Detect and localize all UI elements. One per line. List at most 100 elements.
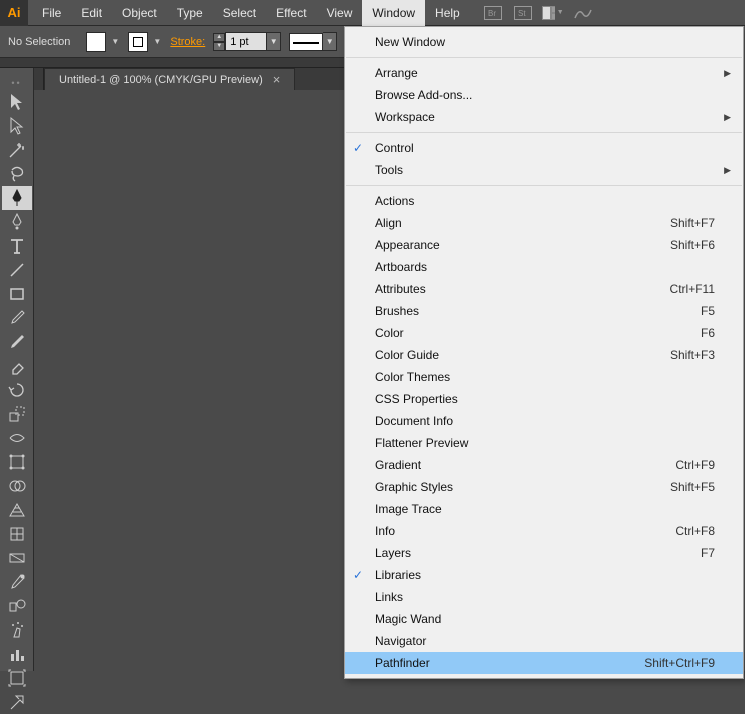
eraser-tool[interactable]	[2, 354, 32, 378]
fill-swatch[interactable]	[86, 32, 106, 52]
symbol-sprayer-tool[interactable]	[2, 618, 32, 642]
menuitem-workspace[interactable]: Workspace▶	[345, 106, 743, 128]
direct-selection-tool[interactable]	[2, 114, 32, 138]
menu-separator	[346, 185, 742, 186]
menuitem-navigator[interactable]: Navigator	[345, 630, 743, 652]
menu-help[interactable]: Help	[425, 0, 470, 26]
menuitem-shortcut: Ctrl+F11	[670, 282, 715, 296]
stroke-weight-input[interactable]	[225, 32, 267, 51]
menuitem-libraries[interactable]: ✓Libraries	[345, 564, 743, 586]
menuitem-label: Artboards	[375, 260, 715, 274]
menuitem-css-properties[interactable]: CSS Properties	[345, 388, 743, 410]
menuitem-flattener-preview[interactable]: Flattener Preview	[345, 432, 743, 454]
perspective-grid-tool[interactable]	[2, 498, 32, 522]
stock-icon[interactable]: St	[512, 4, 534, 22]
pen-tool[interactable]	[2, 186, 32, 210]
menu-window[interactable]: Window	[362, 0, 425, 26]
bridge-icon[interactable]: Br	[482, 4, 504, 22]
rectangle-tool[interactable]	[2, 282, 32, 306]
menu-type[interactable]: Type	[167, 0, 213, 26]
stroke-weight-down[interactable]: ▼	[213, 42, 225, 51]
menuitem-color[interactable]: ColorF6	[345, 322, 743, 344]
stroke-weight-caret[interactable]: ▼	[267, 32, 281, 51]
tools-panel: ••	[0, 68, 34, 671]
menuitem-shortcut: Shift+F3	[670, 348, 715, 362]
menu-select[interactable]: Select	[213, 0, 266, 26]
scale-tool[interactable]	[2, 402, 32, 426]
column-graph-tool[interactable]	[2, 642, 32, 666]
stroke-weight-control[interactable]: ▲ ▼ ▼	[213, 32, 281, 51]
menuitem-layers[interactable]: LayersF7	[345, 542, 743, 564]
slice-tool[interactable]	[2, 690, 32, 714]
menuitem-align[interactable]: AlignShift+F7	[345, 212, 743, 234]
app-icon: Ai	[0, 0, 28, 26]
fill-control[interactable]: ▼	[86, 32, 120, 52]
menuitem-attributes[interactable]: AttributesCtrl+F11	[345, 278, 743, 300]
tools-panel-grip[interactable]: ••	[2, 78, 32, 88]
menuitem-tools[interactable]: Tools▶	[345, 159, 743, 181]
menuitem-shortcut: Ctrl+F8	[675, 524, 715, 538]
menuitem-browse-add-ons[interactable]: Browse Add-ons...	[345, 84, 743, 106]
selection-tool[interactable]	[2, 90, 32, 114]
arrange-docs-icon[interactable]: ▼	[542, 4, 564, 22]
menuitem-label: Image Trace	[375, 502, 715, 516]
blend-tool[interactable]	[2, 594, 32, 618]
line-segment-tool[interactable]	[2, 258, 32, 282]
stroke-swatch[interactable]	[128, 32, 148, 52]
paintbrush-tool[interactable]	[2, 306, 32, 330]
menu-edit[interactable]: Edit	[71, 0, 112, 26]
stroke-profile-caret[interactable]: ▼	[323, 32, 337, 51]
menuitem-artboards[interactable]: Artboards	[345, 256, 743, 278]
menu-effect[interactable]: Effect	[266, 0, 316, 26]
menuitem-info[interactable]: InfoCtrl+F8	[345, 520, 743, 542]
menubar-right-icons: Br St ▼	[482, 4, 594, 22]
menuitem-appearance[interactable]: AppearanceShift+F6	[345, 234, 743, 256]
menuitem-control[interactable]: ✓Control	[345, 137, 743, 159]
stroke-profile-preview[interactable]	[289, 33, 323, 51]
mesh-tool[interactable]	[2, 522, 32, 546]
menu-file[interactable]: File	[32, 0, 71, 26]
menuitem-label: Actions	[375, 194, 715, 208]
eyedropper-tool[interactable]	[2, 570, 32, 594]
menuitem-new-window[interactable]: New Window	[345, 31, 743, 53]
menuitem-shortcut: Shift+F5	[670, 480, 715, 494]
menuitem-magic-wand[interactable]: Magic Wand	[345, 608, 743, 630]
menuitem-color-themes[interactable]: Color Themes	[345, 366, 743, 388]
menuitem-gradient[interactable]: GradientCtrl+F9	[345, 454, 743, 476]
menuitem-shortcut: Shift+F6	[670, 238, 715, 252]
selection-status: No Selection	[8, 36, 70, 48]
menu-separator	[346, 132, 742, 133]
menuitem-label: Navigator	[375, 634, 715, 648]
stroke-caret-icon[interactable]: ▼	[152, 37, 162, 46]
menuitem-color-guide[interactable]: Color GuideShift+F3	[345, 344, 743, 366]
free-transform-tool[interactable]	[2, 450, 32, 474]
magic-wand-tool[interactable]	[2, 138, 32, 162]
document-tab[interactable]: Untitled-1 @ 100% (CMYK/GPU Preview) ×	[44, 68, 295, 90]
menuitem-actions[interactable]: Actions	[345, 190, 743, 212]
gradient-tool[interactable]	[2, 546, 32, 570]
menuitem-shortcut: F7	[701, 546, 715, 560]
fill-caret-icon[interactable]: ▼	[110, 37, 120, 46]
stroke-label[interactable]: Stroke:	[170, 36, 205, 48]
stroke-weight-up[interactable]: ▲	[213, 33, 225, 42]
menuitem-image-trace[interactable]: Image Trace	[345, 498, 743, 520]
pencil-tool[interactable]	[2, 330, 32, 354]
menuitem-brushes[interactable]: BrushesF5	[345, 300, 743, 322]
artboard-tool[interactable]	[2, 666, 32, 690]
menuitem-document-info[interactable]: Document Info	[345, 410, 743, 432]
menu-object[interactable]: Object	[112, 0, 167, 26]
rotate-tool[interactable]	[2, 378, 32, 402]
stroke-swatch-control[interactable]: ▼	[128, 32, 162, 52]
menuitem-arrange[interactable]: Arrange▶	[345, 62, 743, 84]
menuitem-links[interactable]: Links	[345, 586, 743, 608]
gpu-icon[interactable]	[572, 4, 594, 22]
lasso-tool[interactable]	[2, 162, 32, 186]
curvature-tool[interactable]	[2, 210, 32, 234]
menuitem-graphic-styles[interactable]: Graphic StylesShift+F5	[345, 476, 743, 498]
close-icon[interactable]: ×	[273, 72, 281, 87]
width-tool[interactable]	[2, 426, 32, 450]
shape-builder-tool[interactable]	[2, 474, 32, 498]
stroke-profile-control[interactable]: ▼	[289, 32, 337, 51]
type-tool[interactable]	[2, 234, 32, 258]
menu-view[interactable]: View	[317, 0, 363, 26]
